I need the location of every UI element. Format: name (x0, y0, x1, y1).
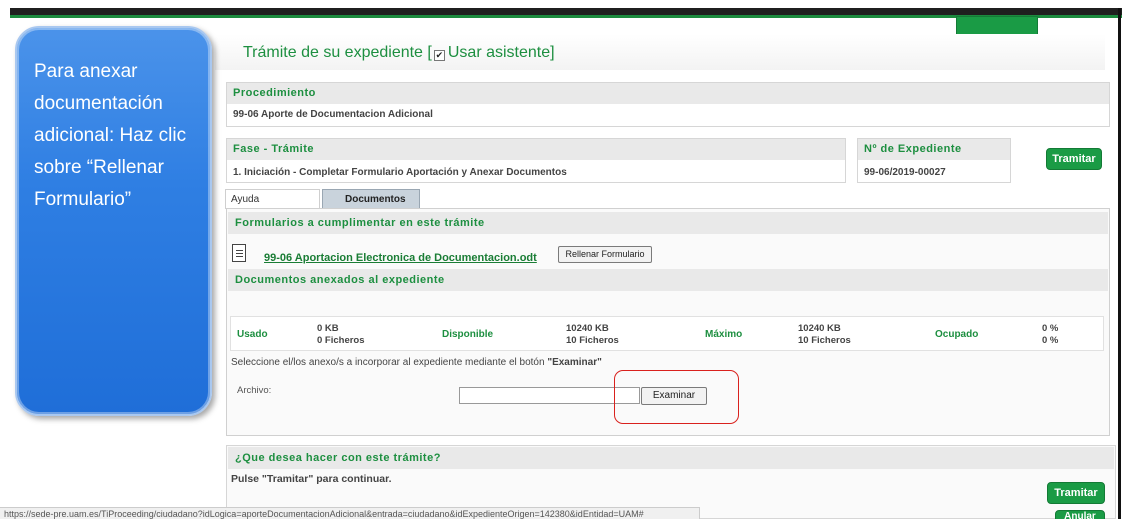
disponible-kb: 10240 KB (566, 323, 609, 334)
bracket-open: [ (427, 44, 432, 61)
use-assistant-label: Usar asistente] (447, 44, 555, 61)
tab-ayuda[interactable]: Ayuda (225, 189, 320, 209)
maximo-kb: 10240 KB (798, 323, 841, 334)
tramitar-button[interactable]: Tramitar (1046, 148, 1102, 170)
fase-panel: Fase - Trámite 1. Iniciación - Completar… (226, 138, 846, 183)
disponible-value: 10240 KB 10 Ficheros (566, 323, 619, 347)
pulse-text: Pulse "Tramitar" para continuar. (231, 473, 392, 485)
documentos-heading: Documentos anexados al expediente (228, 269, 1108, 291)
use-assistant-checkbox[interactable]: ✔ (433, 50, 445, 61)
window-border (1118, 8, 1121, 519)
fase-value: 1. Iniciación - Completar Formulario Apo… (233, 167, 567, 178)
usado-files: 0 Ficheros (317, 335, 365, 346)
tab-documentos[interactable]: Documentos (322, 189, 420, 209)
usado-label: Usado (237, 329, 268, 340)
ocupado-label: Ocupado (935, 329, 979, 340)
maximo-files: 10 Ficheros (798, 335, 851, 346)
disponible-label: Disponible (442, 329, 494, 340)
disponible-files: 10 Ficheros (566, 335, 619, 346)
next-step-heading: ¿Que desea hacer con este trámite? (228, 447, 1114, 469)
formularios-heading: Formularios a cumplimentar en este trámi… (228, 212, 1108, 234)
procedimiento-value: 99-06 Aporte de Documentacion Adicional (233, 109, 433, 120)
procedimiento-heading: Procedimiento (227, 83, 1109, 104)
expediente-value: 99-06/2019-00027 (864, 167, 946, 178)
expediente-heading: Nº de Expediente (858, 139, 1010, 160)
status-bar-url: https://sede-pre.uam.es/TiProceeding/ciu… (0, 507, 700, 519)
fase-heading: Fase - Trámite (227, 139, 845, 160)
maximo-value: 10240 KB 10 Ficheros (798, 323, 851, 347)
usado-kb: 0 KB (317, 323, 339, 334)
quota-row: Usado 0 KB 0 Ficheros Disponible 10240 K… (230, 316, 1104, 351)
ocupado-value: 0 % 0 % (1042, 323, 1058, 347)
highlight-ring (614, 370, 739, 424)
select-instruction-text: Seleccione el/los anexo/s a incorporar a… (231, 357, 548, 368)
maximo-label: Máximo (705, 329, 743, 340)
tramitar-bottom-button[interactable]: Tramitar (1047, 482, 1105, 504)
select-instruction-bold: "Examinar" (547, 357, 602, 368)
instruction-callout: Para anexar documentación adicional: Haz… (15, 26, 212, 416)
callout-text: Para anexar documentación adicional: Haz… (34, 61, 187, 210)
anular-button[interactable]: Anular (1055, 510, 1105, 519)
ocupado-1: 0 % (1042, 323, 1059, 334)
document-icon (232, 244, 246, 262)
expediente-panel: Nº de Expediente 99-06/2019-00027 (857, 138, 1011, 183)
select-instruction: Seleccione el/los anexo/s a incorporar a… (231, 357, 602, 368)
page-title: Trámite de su expediente [✔ Usar asistent… (215, 34, 1105, 70)
page-title-text: Trámite de su expediente (243, 44, 423, 61)
screen: Trámite de su expediente [✔ Usar asistent… (0, 0, 1133, 519)
procedimiento-panel: Procedimiento 99-06 Aporte de Documentac… (226, 82, 1110, 127)
file-path-input[interactable] (459, 387, 640, 404)
rellenar-formulario-button[interactable]: Rellenar Formulario (558, 246, 652, 263)
ocupado-2: 0 % (1042, 335, 1059, 346)
archivo-label: Archivo: (237, 385, 272, 396)
usado-value: 0 KB 0 Ficheros (317, 323, 365, 347)
form-file-link[interactable]: 99-06 Aportacion Electronica de Document… (264, 252, 537, 264)
